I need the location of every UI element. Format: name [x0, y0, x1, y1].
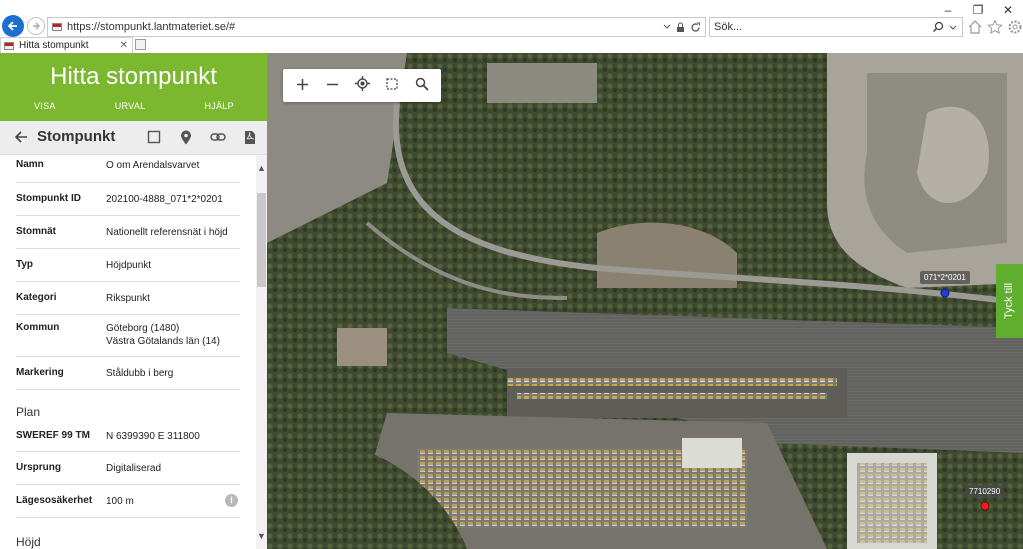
- map-view[interactable]: 071*2*0201 7710290 Tyck till: [267, 53, 1023, 549]
- field-label: SWEREF 99 TM: [16, 430, 90, 441]
- search-placeholder: Sök...: [714, 21, 743, 33]
- section-plan: Plan: [16, 405, 41, 419]
- field-stomnat: Stomnät Nationellt referensnät i höjd: [16, 216, 240, 249]
- field-label: Lägesosäkerhet: [16, 495, 93, 506]
- app-title: Hitta stompunkt: [50, 63, 217, 90]
- field-value: N 6399390 E 311800: [106, 431, 200, 442]
- browser-chrome: https://stompunkt.lantmateriet.se/# Sök.…: [0, 0, 1023, 53]
- marker-label[interactable]: 071*2*0201: [920, 271, 970, 284]
- search-icon[interactable]: [932, 21, 944, 33]
- field-label: Markering: [16, 367, 64, 378]
- field-typ: Typ Höjdpunkt: [16, 249, 240, 282]
- chevron-up-icon[interactable]: ▲: [256, 163, 267, 173]
- field-value: Digitaliserad: [106, 463, 162, 474]
- field-label: Namn: [16, 159, 44, 170]
- lock-icon[interactable]: [676, 22, 685, 33]
- site-favicon: [52, 23, 62, 31]
- browser-search-box[interactable]: Sök...: [709, 17, 963, 37]
- field-label: Kommun: [16, 322, 60, 333]
- forward-arrow-icon: [33, 22, 40, 30]
- locate-icon[interactable]: [350, 75, 374, 96]
- feedback-label: Tyck till: [1003, 282, 1016, 320]
- back-arrow-icon: [7, 21, 17, 31]
- back-arrow-icon[interactable]: [14, 130, 28, 144]
- field-value: O om Arendalsvarvet: [106, 160, 200, 171]
- tab-favicon: [4, 41, 14, 50]
- search-dropdown-icon[interactable]: [947, 21, 959, 33]
- field-lagesosakerhet: Lägesosäkerhet 100 m i: [16, 485, 240, 518]
- map-toolbar: [283, 69, 441, 102]
- gear-icon[interactable]: [1007, 19, 1023, 35]
- link-icon[interactable]: [210, 130, 226, 144]
- tab-title: Hitta stompunkt: [19, 40, 89, 51]
- field-label: Stompunkt ID: [16, 193, 81, 204]
- scrollbar-thumb[interactable]: [257, 193, 266, 287]
- app-header: Hitta stompunkt VISA URVAL HJÄLP: [0, 53, 267, 121]
- field-value: Göteborg (1480): [106, 323, 180, 334]
- field-value: Rikspunkt: [106, 293, 150, 304]
- aerial-map-imagery: [267, 53, 1023, 549]
- select-area-icon[interactable]: [380, 76, 404, 96]
- field-value: Nationellt referensnät i höjd: [106, 227, 228, 238]
- field-value: Höjdpunkt: [106, 260, 152, 271]
- browser-tab[interactable]: Hitta stompunkt ✕: [0, 37, 133, 53]
- menu-urval[interactable]: URVAL: [115, 101, 146, 111]
- field-value: 202100-4888_071*2*0201: [106, 194, 223, 205]
- close-window-button[interactable]: ✕: [993, 3, 1023, 17]
- marker-label[interactable]: 7710290: [965, 485, 1005, 498]
- detail-title: Stompunkt: [37, 128, 116, 145]
- zoom-in-icon[interactable]: [290, 76, 314, 96]
- dropdown-icon[interactable]: [663, 23, 671, 31]
- menu-hjalp[interactable]: HJÄLP: [204, 101, 234, 111]
- field-kategori: Kategori Rikspunkt: [16, 282, 240, 315]
- field-value-secondary: Västra Götalands län (14): [106, 336, 220, 347]
- square-icon[interactable]: [147, 130, 161, 144]
- field-kommun: Kommun Göteborg (1480) Västra Götalands …: [16, 315, 240, 357]
- new-tab-button[interactable]: [135, 39, 146, 50]
- field-namn: Namn O om Arendalsvarvet: [16, 155, 240, 183]
- detail-content: Namn O om Arendalsvarvet Stompunkt ID 20…: [0, 155, 256, 549]
- pdf-icon[interactable]: [244, 130, 256, 145]
- feedback-tab[interactable]: Tyck till: [996, 264, 1023, 338]
- side-panel: Hitta stompunkt VISA URVAL HJÄLP Stompun…: [0, 53, 267, 549]
- survey-marker-red: [980, 501, 990, 511]
- zoom-out-icon[interactable]: [320, 76, 344, 96]
- home-icon[interactable]: [967, 19, 983, 35]
- forward-button[interactable]: [27, 17, 45, 35]
- field-value: Ståldubb i berg: [106, 368, 174, 379]
- magnify-icon[interactable]: [410, 76, 434, 96]
- survey-marker-blue: [940, 288, 950, 298]
- menu-visa[interactable]: VISA: [34, 101, 56, 111]
- star-icon[interactable]: [987, 19, 1003, 35]
- field-label: Typ: [16, 259, 34, 270]
- detail-toolbar: Stompunkt: [0, 121, 267, 155]
- tab-close-icon[interactable]: ✕: [120, 40, 132, 51]
- field-label: Kategori: [16, 292, 57, 303]
- main-menu: VISA URVAL HJÄLP: [0, 101, 267, 111]
- chevron-down-icon[interactable]: ▼: [256, 531, 267, 541]
- field-sweref: SWEREF 99 TM N 6399390 E 311800: [16, 420, 240, 452]
- field-ursprung: Ursprung Digitaliserad: [16, 452, 240, 485]
- field-value: 100 m: [106, 496, 134, 507]
- field-markering: Markering Ståldubb i berg: [16, 357, 240, 390]
- info-icon[interactable]: i: [225, 494, 238, 507]
- field-label: Stomnät: [16, 226, 56, 237]
- panel-scrollbar[interactable]: ▲ ▼: [256, 155, 267, 549]
- maximize-button[interactable]: ❐: [963, 3, 993, 17]
- refresh-icon[interactable]: [690, 22, 701, 33]
- section-hojd: Höjd: [16, 535, 41, 549]
- field-label: Ursprung: [16, 462, 61, 473]
- minimize-button[interactable]: –: [933, 3, 963, 17]
- back-button[interactable]: [2, 15, 24, 37]
- field-stompunkt-id: Stompunkt ID 202100-4888_071*2*0201: [16, 183, 240, 216]
- address-url: https://stompunkt.lantmateriet.se/#: [67, 21, 236, 33]
- address-bar[interactable]: https://stompunkt.lantmateriet.se/#: [47, 17, 706, 37]
- location-pin-icon[interactable]: [180, 130, 192, 145]
